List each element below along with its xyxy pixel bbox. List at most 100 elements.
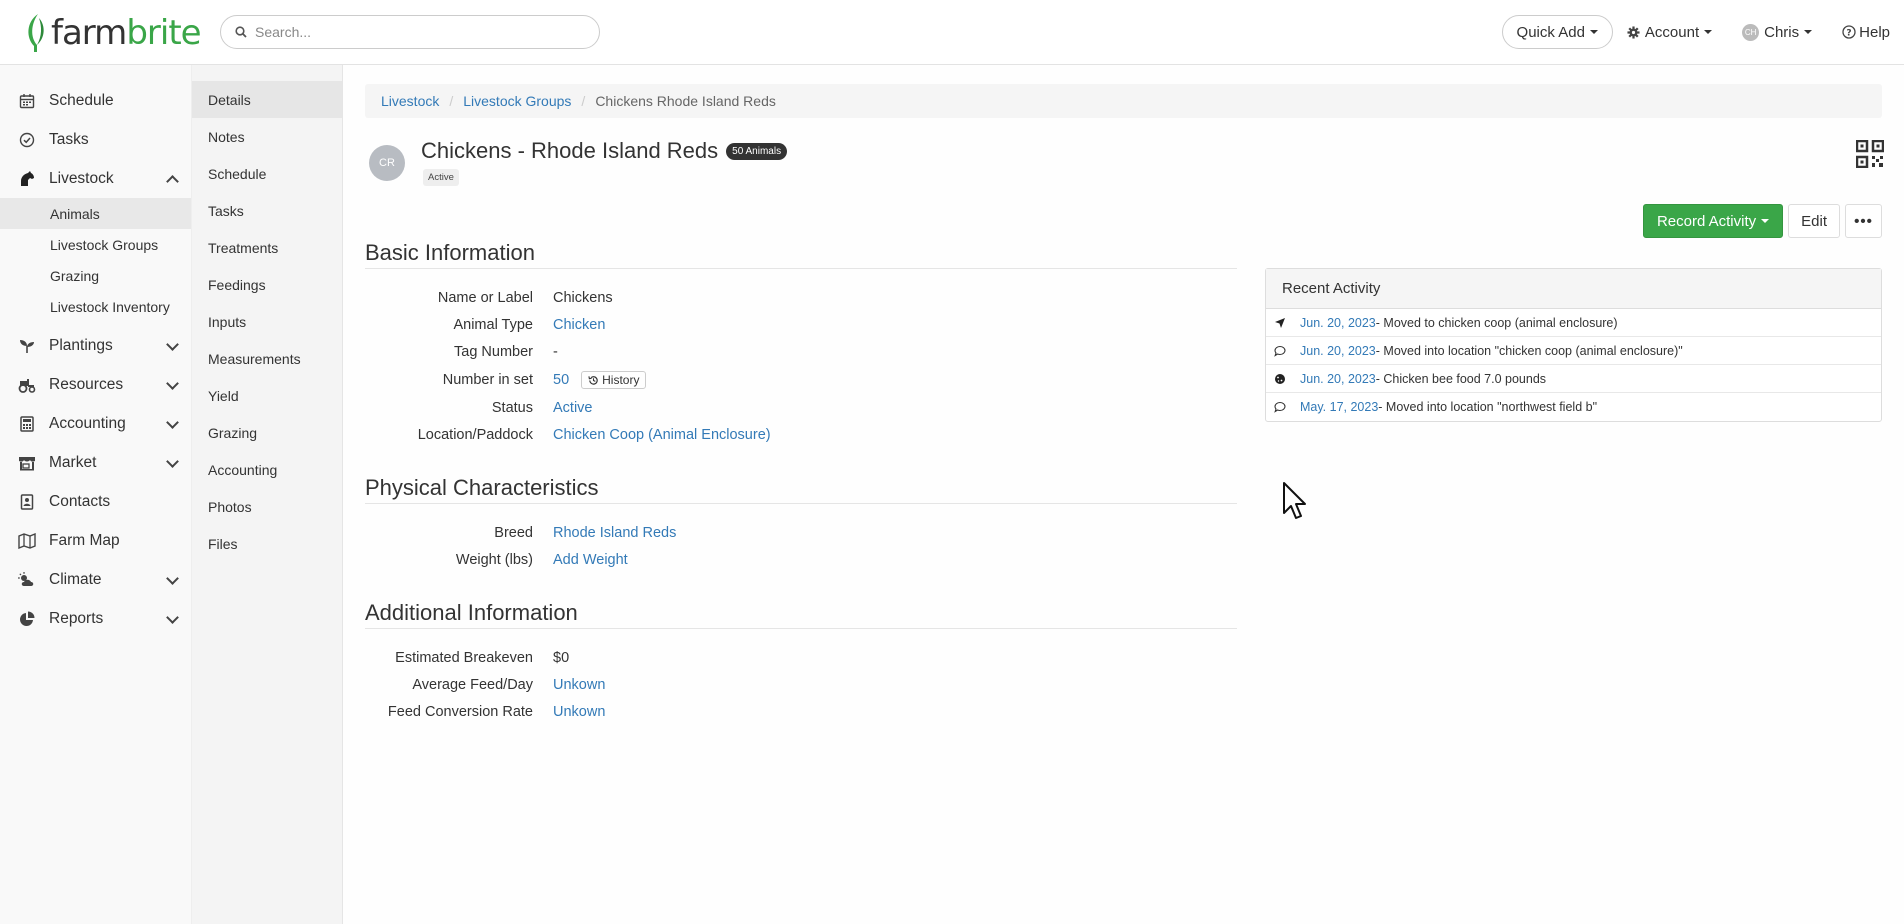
activity-item: Jun. 20, 2023 - Moved to chicken coop (a…	[1266, 309, 1881, 337]
feed-conversion-link[interactable]: Unkown	[553, 704, 605, 720]
sidebar-item-contacts[interactable]: Contacts	[0, 482, 191, 521]
activity-item: May. 17, 2023 - Moved into location "nor…	[1266, 393, 1881, 421]
gear-icon	[1627, 25, 1640, 39]
sidebar-item-reports[interactable]: Reports	[0, 599, 191, 638]
physical-characteristics-heading: Physical Characteristics	[365, 475, 1237, 504]
field-location-paddock: Location/Paddock Chicken Coop (Animal Enc…	[365, 424, 1237, 446]
chevron-down-icon	[166, 338, 179, 351]
help-link[interactable]: ? Help	[1842, 24, 1890, 41]
status-link[interactable]: Active	[553, 400, 593, 416]
sidebar-item-farm-map[interactable]: Farm Map	[0, 521, 191, 560]
average-feed-link[interactable]: Unkown	[553, 677, 605, 693]
calendar-icon	[18, 92, 36, 110]
caret-down-icon	[1589, 30, 1598, 34]
subnav-notes[interactable]: Notes	[192, 118, 342, 155]
sidebar-item-accounting[interactable]: Accounting	[0, 404, 191, 443]
add-weight-link[interactable]: Add Weight	[553, 552, 628, 568]
sidebar-item-label: Resources	[49, 375, 124, 393]
field-label: Number in set	[442, 372, 533, 388]
sidebar-item-label: Contacts	[49, 492, 111, 510]
sidebar-item-label: Market	[49, 453, 97, 471]
subnav-yield[interactable]: Yield	[192, 377, 342, 414]
recent-activity-heading: Recent Activity	[1266, 269, 1881, 309]
activity-date-link[interactable]: Jun. 20, 2023	[1300, 344, 1376, 358]
sidebar-item-plantings[interactable]: Plantings	[0, 326, 191, 365]
quick-add-label: Quick Add	[1516, 23, 1585, 41]
field-breed: Breed Rhode Island Reds	[365, 522, 1237, 544]
sidebar-item-label: Livestock	[49, 169, 114, 187]
logo-text-prefix: farm	[51, 13, 127, 53]
store-icon	[18, 454, 36, 472]
search-input[interactable]	[255, 24, 575, 40]
record-avatar: CR	[369, 145, 405, 181]
question-circle-icon: ?	[1842, 25, 1856, 39]
field-tag-number: Tag Number -	[365, 341, 1237, 363]
history-button[interactable]: History	[581, 371, 647, 389]
sidebar-item-label: Reports	[49, 609, 104, 627]
history-label: History	[602, 373, 640, 387]
sidebar-subitem-grazing[interactable]: Grazing	[0, 260, 191, 291]
activity-date-link[interactable]: Jun. 20, 2023	[1300, 372, 1376, 386]
subnav-accounting[interactable]: Accounting	[192, 451, 342, 488]
subnav-files[interactable]: Files	[192, 525, 342, 562]
field-estimated-breakeven: Estimated Breakeven $0	[365, 647, 1237, 669]
sidebar-item-livestock[interactable]: Livestock	[0, 159, 191, 198]
animal-type-link[interactable]: Chicken	[553, 317, 605, 333]
field-value: Chickens	[553, 290, 613, 306]
field-label: Status	[491, 400, 533, 416]
field-feed-conversion-rate: Feed Conversion Rate Unkown	[365, 701, 1237, 723]
subnav-details[interactable]: Details	[192, 81, 342, 118]
subnav-measurements[interactable]: Measurements	[192, 340, 342, 377]
activity-date-link[interactable]: May. 17, 2023	[1300, 400, 1378, 414]
subnav-inputs[interactable]: Inputs	[192, 303, 342, 340]
sidebar-subitem-livestock-inventory[interactable]: Livestock Inventory	[0, 291, 191, 322]
chevron-up-icon	[166, 175, 179, 188]
field-label: Location/Paddock	[417, 427, 533, 443]
qr-code-icon[interactable]	[1856, 140, 1884, 168]
breadcrumb-livestock[interactable]: Livestock	[381, 93, 439, 109]
page-title: Chickens - Rhode Island Reds 50 Animals	[421, 138, 788, 164]
sidebar-item-label: Accounting	[49, 414, 126, 432]
activity-text: - Moved to chicken coop (animal enclosur…	[1375, 315, 1618, 330]
field-status: Status Active	[365, 397, 1237, 419]
account-menu[interactable]: Account	[1627, 24, 1713, 41]
activity-text: - Moved into location "chicken coop (ani…	[1375, 343, 1683, 358]
subnav-feedings[interactable]: Feedings	[192, 266, 342, 303]
check-circle-icon	[18, 131, 36, 149]
edit-button[interactable]: Edit	[1788, 204, 1840, 238]
quick-add-button[interactable]: Quick Add	[1501, 15, 1613, 49]
caret-down-icon	[1704, 30, 1713, 34]
sidebar-item-tasks[interactable]: Tasks	[0, 120, 191, 159]
cookie-icon	[1273, 373, 1287, 385]
location-link[interactable]: Chicken Coop (Animal Enclosure)	[553, 427, 771, 443]
activity-date-link[interactable]: Jun. 20, 2023	[1300, 316, 1376, 330]
basic-information-heading: Basic Information	[365, 240, 1237, 269]
user-menu[interactable]: CH Chris	[1742, 23, 1813, 41]
map-icon	[18, 532, 36, 550]
subnav-schedule[interactable]: Schedule	[192, 155, 342, 192]
sidebar-item-resources[interactable]: Resources	[0, 365, 191, 404]
caret-down-icon	[1804, 30, 1813, 34]
breadcrumb-livestock-groups[interactable]: Livestock Groups	[463, 93, 571, 109]
farmbrite-logo[interactable]: farmbrite	[24, 12, 202, 54]
chevron-down-icon	[166, 455, 179, 468]
sidebar-item-market[interactable]: Market	[0, 443, 191, 482]
subnav-grazing[interactable]: Grazing	[192, 414, 342, 451]
additional-information-heading: Additional Information	[365, 600, 1237, 629]
sidebar-subitem-livestock-groups[interactable]: Livestock Groups	[0, 229, 191, 260]
number-in-set-link[interactable]: 50	[553, 372, 569, 388]
sidebar-subitem-animals[interactable]: Animals	[0, 198, 191, 229]
search-box[interactable]	[220, 15, 600, 49]
sidebar-item-climate[interactable]: Climate	[0, 560, 191, 599]
breed-link[interactable]: Rhode Island Reds	[553, 525, 676, 541]
sidebar-item-schedule[interactable]: Schedule	[0, 81, 191, 120]
top-header: farmbrite Quick Add Account CH Chris ? H…	[0, 0, 1904, 65]
breadcrumb-separator: /	[581, 93, 586, 109]
subnav-tasks[interactable]: Tasks	[192, 192, 342, 229]
more-options-button[interactable]: •••	[1845, 204, 1882, 238]
record-activity-button[interactable]: Record Activity	[1642, 204, 1784, 238]
field-label: Breed	[494, 525, 533, 541]
breadcrumb-current: Chickens Rhode Island Reds	[595, 93, 776, 109]
subnav-photos[interactable]: Photos	[192, 488, 342, 525]
subnav-treatments[interactable]: Treatments	[192, 229, 342, 266]
